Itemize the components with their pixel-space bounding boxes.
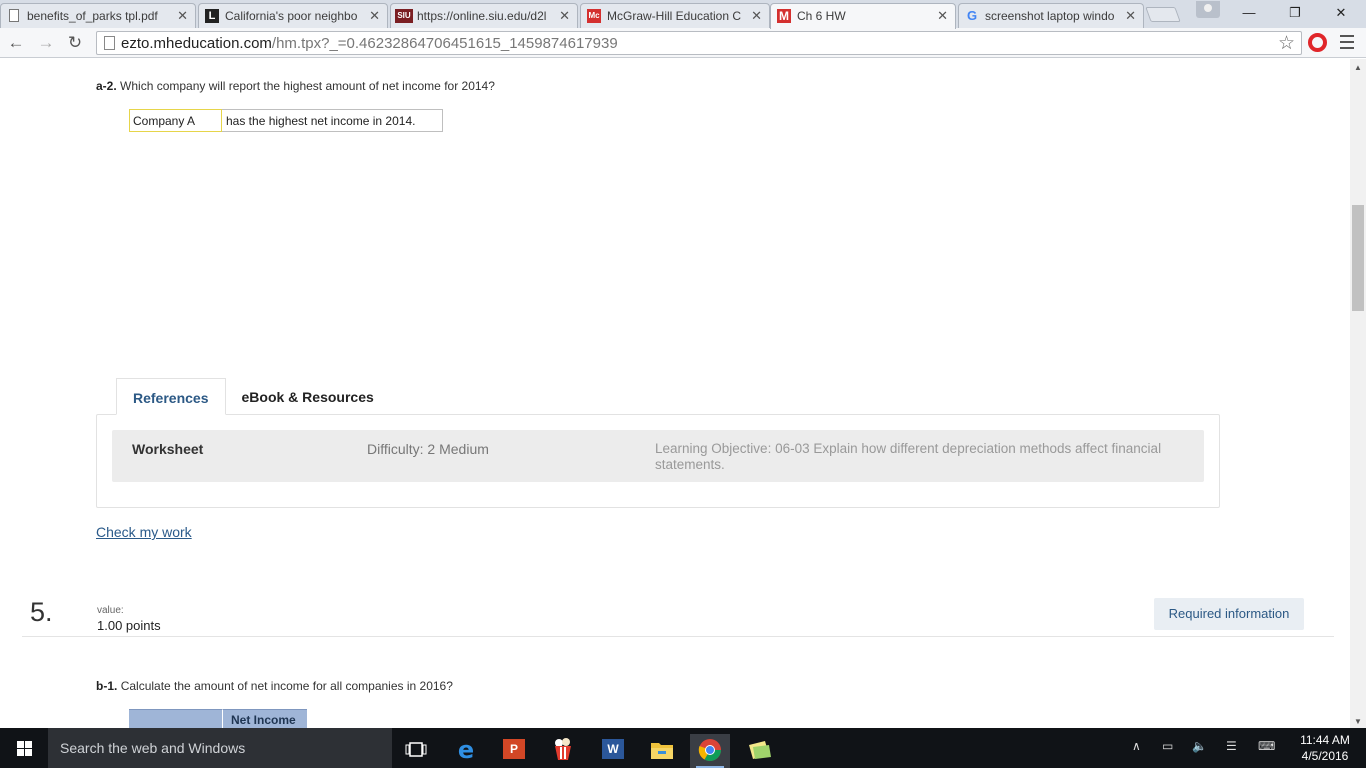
net-income-table: Net Income <box>129 709 307 728</box>
document-icon <box>9 9 19 22</box>
page-scrollbar[interactable]: ▲ ▼ <box>1350 59 1366 728</box>
tab-title: screenshot laptop windo <box>985 9 1115 23</box>
clock-time: 11:44 AM <box>1300 733 1350 747</box>
tab-title: California's poor neighbo <box>225 9 358 23</box>
volume-icon[interactable]: 🔈 <box>1192 739 1207 753</box>
edge-browser-icon[interactable]: e <box>446 734 486 768</box>
tab-title: https://online.siu.edu/d2l <box>417 9 547 23</box>
browser-tab-strip: benefits_of_parks tpl.pdf ✕ L California… <box>0 0 1366 29</box>
page-icon <box>104 36 115 50</box>
references-panel: Worksheet Difficulty: 2 Medium Learning … <box>96 414 1220 508</box>
tab-title: Ch 6 HW <box>797 9 846 23</box>
opera-extension-icon[interactable] <box>1308 33 1327 52</box>
windows-taskbar: Search the web and Windows e P W ∧ ▭ 🔈 ☰… <box>0 728 1366 768</box>
minimize-button[interactable]: — <box>1226 4 1272 22</box>
restore-button[interactable]: ❐ <box>1272 4 1318 22</box>
browser-tab-google[interactable]: G screenshot laptop windo ✕ <box>958 3 1144 28</box>
chrome-icon[interactable] <box>690 734 730 768</box>
reference-objective: Learning Objective: 06-03 Explain how di… <box>655 441 1162 472</box>
close-icon[interactable]: ✕ <box>751 8 762 24</box>
points-value: 1.00 points <box>97 618 161 633</box>
sticky-notes-icon[interactable] <box>740 734 780 768</box>
reference-tabs: References eBook & Resources <box>116 378 390 415</box>
browser-tab-mcgraw-hill[interactable]: Mc McGraw-Hill Education C ✕ <box>580 3 770 28</box>
browser-toolbar: ← → ↻ ezto.mheducation.com/hm.tpx?_=0.46… <box>0 28 1366 58</box>
scroll-down-icon[interactable]: ▼ <box>1354 717 1362 726</box>
close-icon[interactable]: ✕ <box>177 8 188 24</box>
browser-tab-pdf[interactable]: benefits_of_parks tpl.pdf ✕ <box>0 3 196 28</box>
start-button[interactable] <box>0 728 48 768</box>
bookmark-star-icon[interactable]: ☆ <box>1278 32 1295 55</box>
close-icon[interactable]: ✕ <box>937 8 948 24</box>
reload-button[interactable]: ↻ <box>65 33 85 53</box>
divider <box>22 636 1334 637</box>
reference-difficulty: Difficulty: 2 Medium <box>367 441 489 457</box>
show-hidden-icons-icon[interactable]: ∧ <box>1132 739 1141 753</box>
scroll-up-icon[interactable]: ▲ <box>1354 63 1362 72</box>
search-placeholder: Search the web and Windows <box>60 740 246 756</box>
browser-tab-california[interactable]: L California's poor neighbo ✕ <box>198 3 388 28</box>
close-icon[interactable]: ✕ <box>559 8 570 24</box>
close-icon[interactable]: ✕ <box>369 8 380 24</box>
favicon-l-icon: L <box>205 9 219 23</box>
new-tab-button[interactable] <box>1145 7 1181 22</box>
taskbar-search-box[interactable]: Search the web and Windows <box>48 728 392 768</box>
browser-tab-ch6-hw[interactable]: M Ch 6 HW ✕ <box>770 3 956 29</box>
question-text: Which company will report the highest am… <box>120 79 495 93</box>
check-my-work-link[interactable]: Check my work <box>96 524 192 540</box>
answer-row: Company A has the highest net income in … <box>129 109 443 132</box>
profile-button[interactable] <box>1196 1 1220 18</box>
windows-logo-icon <box>17 741 32 756</box>
mcgraw-hill-logo-icon: Mc <box>587 9 601 23</box>
question-text: Calculate the amount of net income for a… <box>120 679 453 693</box>
mcgraw-hill-m-icon: M <box>777 9 791 23</box>
task-view-icon[interactable] <box>396 734 436 768</box>
keyboard-icon[interactable]: ⌨ <box>1258 739 1275 753</box>
value-label: value: <box>97 605 124 616</box>
page-content: a-2. Which company will report the highe… <box>0 59 1350 728</box>
popcorn-time-icon[interactable] <box>543 734 583 768</box>
battery-icon[interactable]: ▭ <box>1162 739 1173 753</box>
url-text: ezto.mheducation.com/hm.tpx?_=0.46232864… <box>121 35 618 52</box>
question-label: b-1. <box>96 679 118 693</box>
company-dropdown[interactable]: Company A <box>129 109 222 132</box>
question-b1: b-1. Calculate the amount of net income … <box>96 679 453 693</box>
word-icon[interactable]: W <box>593 734 633 768</box>
tab-references[interactable]: References <box>116 378 226 415</box>
address-bar[interactable]: ezto.mheducation.com/hm.tpx?_=0.46232864… <box>96 31 1302 55</box>
question-label: a-2. <box>96 79 117 93</box>
tab-ebook-resources[interactable]: eBook & Resources <box>226 378 390 415</box>
close-window-button[interactable]: ✕ <box>1318 4 1364 22</box>
forward-button[interactable]: → <box>36 33 56 53</box>
close-icon[interactable]: ✕ <box>1125 8 1136 24</box>
powerpoint-icon[interactable]: P <box>494 734 534 768</box>
answer-suffix-text: has the highest net income in 2014. <box>222 109 443 132</box>
question-number: 5. <box>30 597 53 627</box>
back-button[interactable]: ← <box>6 33 26 53</box>
scrollbar-thumb[interactable] <box>1352 205 1364 311</box>
clock-date: 4/5/2016 <box>1301 749 1349 763</box>
reference-row: Worksheet Difficulty: 2 Medium Learning … <box>112 430 1204 482</box>
reference-type: Worksheet <box>132 441 204 457</box>
tab-title: benefits_of_parks tpl.pdf <box>27 9 158 23</box>
siu-logo-icon: SIU <box>395 9 413 23</box>
table-header-blank <box>129 709 222 728</box>
table-header-net-income: Net Income <box>222 709 307 728</box>
required-information-button[interactable]: Required information <box>1154 598 1304 630</box>
taskbar-clock[interactable]: 11:44 AM 4/5/2016 <box>1290 732 1360 764</box>
google-g-icon: G <box>966 8 978 23</box>
question-a2: a-2. Which company will report the highe… <box>96 79 495 93</box>
action-center-icon[interactable]: ☰ <box>1226 739 1237 753</box>
browser-tab-siu[interactable]: SIU https://online.siu.edu/d2l ✕ <box>390 3 578 28</box>
tab-title: McGraw-Hill Education C <box>607 9 742 23</box>
url-path: /hm.tpx?_=0.46232864706451615_1459874617… <box>271 35 618 52</box>
person-icon <box>1204 4 1212 12</box>
chrome-menu-icon[interactable] <box>1340 35 1354 53</box>
url-host: ezto.mheducation.com <box>121 35 272 52</box>
file-explorer-icon[interactable] <box>642 734 682 768</box>
